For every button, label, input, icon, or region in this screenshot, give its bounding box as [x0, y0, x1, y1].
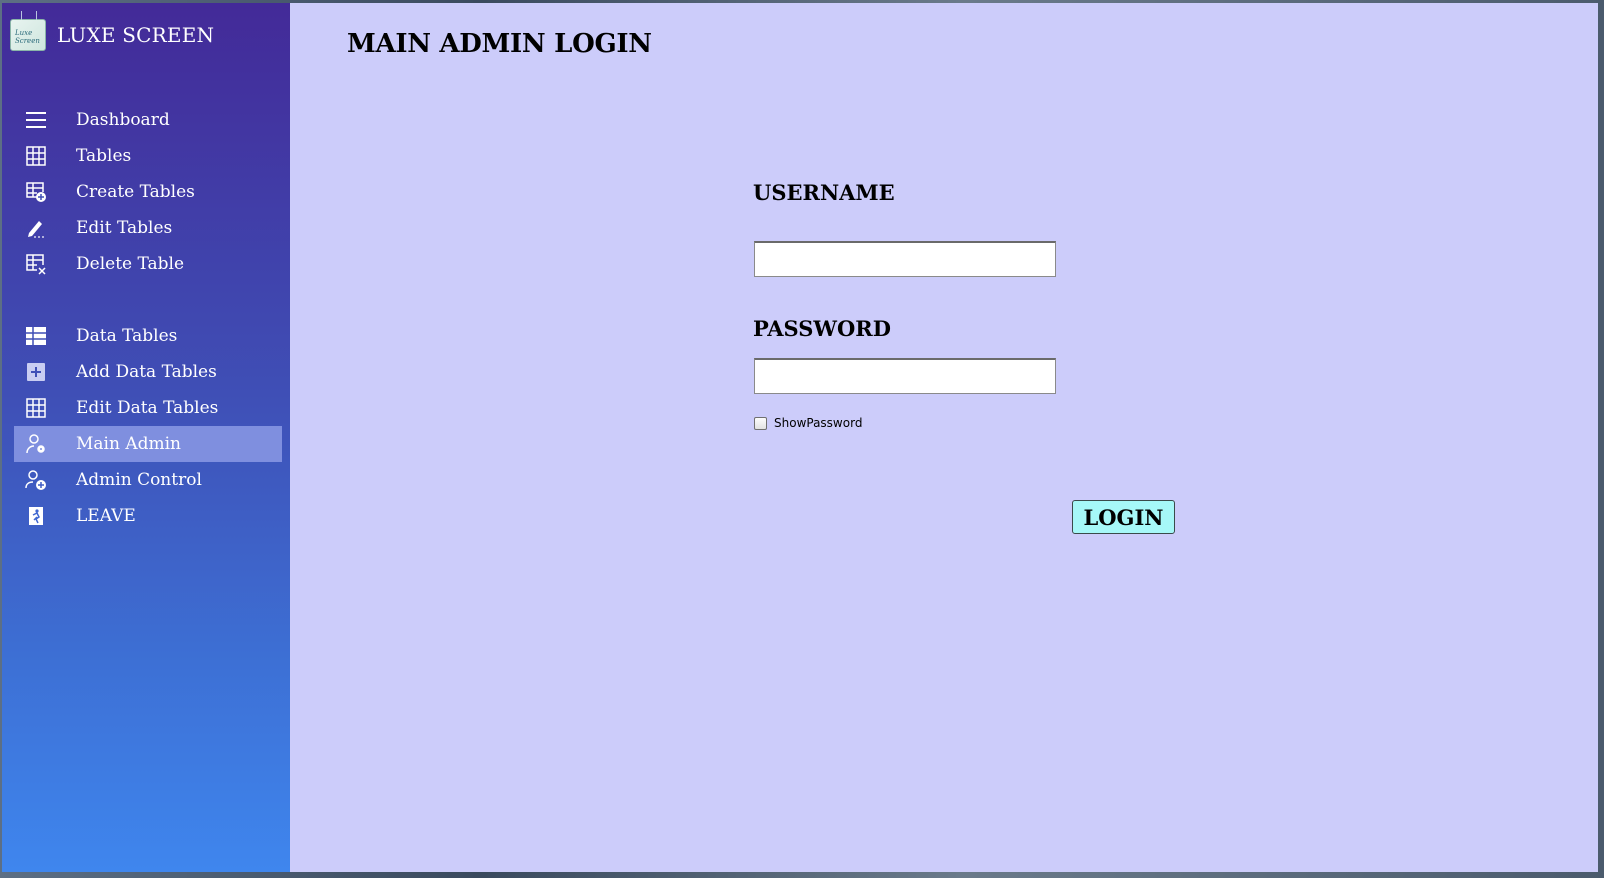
brand-logo: Luxe Screen: [10, 19, 46, 51]
sidebar-item-dashboard[interactable]: Dashboard: [14, 102, 282, 138]
menu-icon: [25, 109, 47, 131]
sidebar-item-add-data-tables[interactable]: Add Data Tables: [14, 354, 282, 390]
sidebar-item-label: Create Tables: [76, 182, 195, 202]
sidebar-item-admin-control[interactable]: Admin Control: [14, 462, 282, 498]
sidebar-item-edit-tables[interactable]: Edit Tables: [14, 210, 282, 246]
login-button[interactable]: LOGIN: [1072, 500, 1175, 534]
sidebar: Luxe Screen LUXE SCREEN Dashboard Tables: [2, 3, 290, 872]
grid-icon: [25, 397, 47, 419]
sidebar-item-label: Admin Control: [76, 470, 202, 490]
sidebar-item-label: Dashboard: [76, 110, 170, 130]
sidebar-item-main-admin[interactable]: Main Admin: [14, 426, 282, 462]
username-label: USERNAME: [753, 180, 895, 205]
brand-title: LUXE SCREEN: [57, 23, 215, 47]
table-solid-icon: [25, 325, 47, 347]
password-field[interactable]: [754, 358, 1056, 394]
show-password-toggle[interactable]: ShowPassword: [754, 416, 862, 430]
brand: Luxe Screen LUXE SCREEN: [10, 15, 214, 55]
sidebar-item-label: Add Data Tables: [76, 362, 217, 382]
table-delete-icon: [25, 253, 47, 275]
sidebar-item-create-tables[interactable]: Create Tables: [14, 174, 282, 210]
plus-square-icon: [25, 361, 47, 383]
sidebar-item-delete-table[interactable]: Delete Table: [14, 246, 282, 282]
sidebar-item-label: Edit Data Tables: [76, 398, 219, 418]
admin-settings-icon: [25, 433, 47, 455]
sidebar-item-label: Main Admin: [76, 434, 181, 454]
sidebar-item-label: Edit Tables: [76, 218, 173, 238]
brand-logo-text: Luxe Screen: [15, 29, 40, 45]
nav-group-data: Data Tables Add Data Tables Edit Data Ta…: [14, 318, 282, 534]
table-add-icon: [25, 181, 47, 203]
app-window: Luxe Screen LUXE SCREEN Dashboard Tables: [2, 3, 1598, 872]
grid-icon: [25, 145, 47, 167]
username-field[interactable]: [754, 241, 1056, 277]
pencil-icon: [25, 217, 47, 239]
user-add-icon: [25, 469, 47, 491]
sidebar-item-label: LEAVE: [76, 506, 136, 526]
sidebar-item-tables[interactable]: Tables: [14, 138, 282, 174]
show-password-checkbox[interactable]: [754, 416, 767, 430]
nav-group-tables: Dashboard Tables Create Tables Edit Tabl…: [14, 102, 282, 282]
password-label: PASSWORD: [753, 316, 891, 341]
sidebar-item-leave[interactable]: LEAVE: [14, 498, 282, 534]
sidebar-item-data-tables[interactable]: Data Tables: [14, 318, 282, 354]
page-title: MAIN ADMIN LOGIN: [347, 29, 652, 59]
sidebar-item-label: Tables: [76, 146, 132, 166]
sidebar-item-edit-data-tables[interactable]: Edit Data Tables: [14, 390, 282, 426]
sidebar-item-label: Delete Table: [76, 254, 185, 274]
show-password-label: ShowPassword: [774, 416, 863, 430]
exit-icon: [25, 505, 47, 527]
sidebar-item-label: Data Tables: [76, 326, 178, 346]
